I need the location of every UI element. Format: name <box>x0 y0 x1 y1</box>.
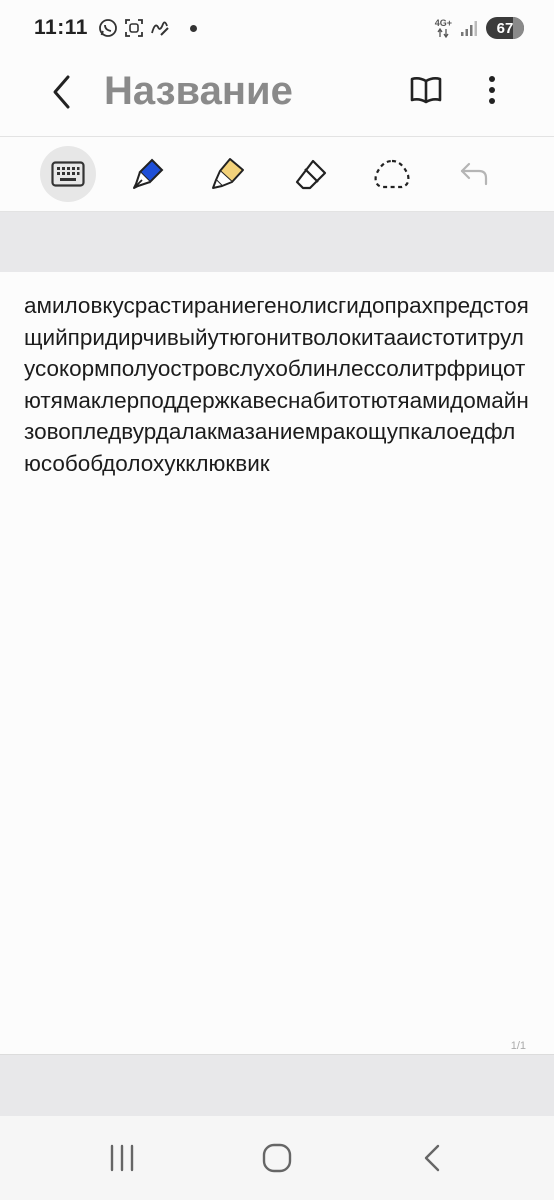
nav-back-button[interactable] <box>412 1138 452 1178</box>
more-notifications-dot <box>189 24 197 32</box>
pen-tool[interactable] <box>120 146 176 202</box>
book-icon <box>410 77 442 104</box>
system-nav-bar <box>0 1116 554 1200</box>
lasso-tool[interactable] <box>364 146 420 202</box>
note-page[interactable]: амиловкусрастираниегенолисгидопрахпредст… <box>0 272 554 1054</box>
status-bar: 11:11 4G+ 67 <box>0 0 554 56</box>
back-icon <box>424 1144 440 1172</box>
notification-icons <box>98 18 197 38</box>
keyboard-icon <box>51 161 85 187</box>
canvas-bottom-gap <box>0 1054 554 1116</box>
highlighter-tool[interactable] <box>200 146 256 202</box>
more-options-button[interactable] <box>472 70 512 110</box>
home-icon <box>262 1143 292 1173</box>
chevron-left-icon <box>53 75 70 109</box>
signal-icon <box>461 21 477 36</box>
battery-level: 67 <box>496 19 514 37</box>
data-arrows-icon <box>437 27 449 38</box>
app-header: Название <box>0 56 554 136</box>
system-status: 4G+ 67 <box>435 17 524 39</box>
lasso-icon <box>374 159 410 189</box>
network-indicator: 4G+ <box>434 17 452 38</box>
battery-indicator: 67 <box>486 17 524 39</box>
note-body-text[interactable]: амиловкусрастираниегенолисгидопрахпредст… <box>24 290 532 479</box>
scan-icon <box>124 18 144 38</box>
network-type: 4G+ <box>434 17 452 28</box>
status-time: 11:11 <box>34 16 88 39</box>
eraser-tool[interactable] <box>283 146 339 202</box>
handwriting-icon <box>150 18 170 38</box>
undo-button[interactable] <box>446 146 502 202</box>
keyboard-tool[interactable] <box>40 146 96 202</box>
recents-icon <box>110 1144 134 1172</box>
note-title[interactable]: Название <box>104 66 293 116</box>
undo-icon <box>460 162 488 186</box>
highlighter-icon <box>212 158 244 189</box>
eraser-icon <box>295 159 327 190</box>
page-number: 1/1 <box>510 1040 526 1052</box>
pen-icon <box>133 158 164 189</box>
more-vertical-icon <box>489 76 495 104</box>
recents-button[interactable] <box>102 1138 142 1178</box>
reading-mode-button[interactable] <box>406 70 446 110</box>
home-button[interactable] <box>257 1138 297 1178</box>
whatsapp-icon <box>98 18 118 38</box>
drawing-toolbar <box>0 136 554 212</box>
canvas-gap <box>0 212 554 272</box>
back-button[interactable] <box>42 72 82 112</box>
